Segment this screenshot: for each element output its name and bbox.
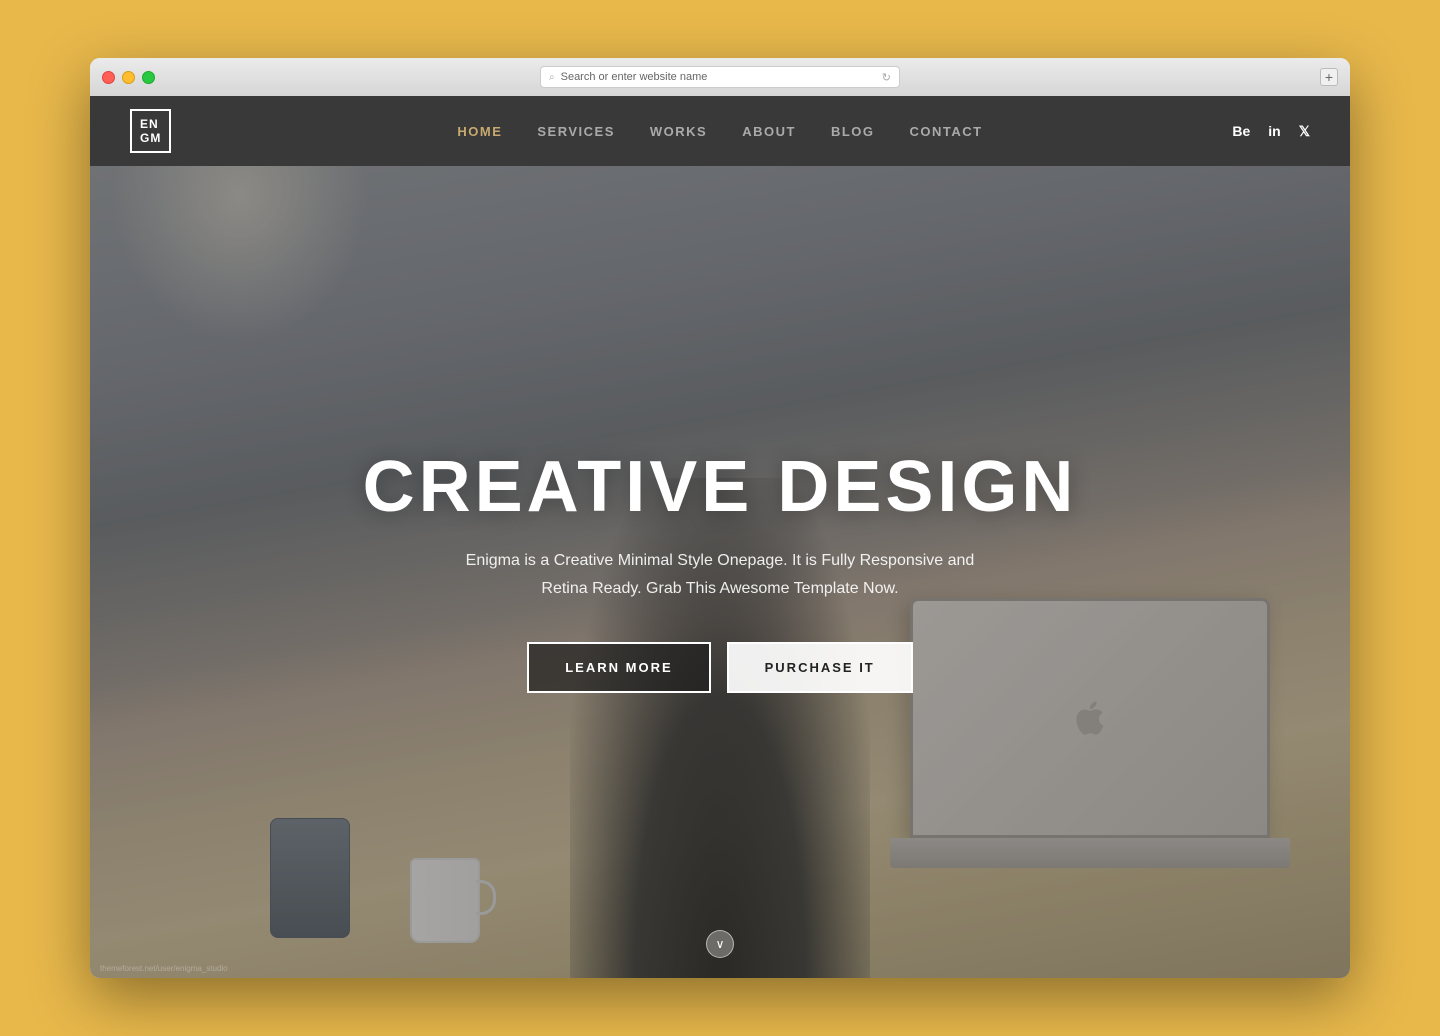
search-icon: ⌕ [549, 72, 555, 83]
maximize-button[interactable] [142, 71, 155, 84]
reload-icon: ↻ [882, 71, 891, 84]
url-bar[interactable]: ⌕ Search or enter website name ↻ [540, 66, 900, 88]
nav-services[interactable]: SERVICES [537, 124, 615, 139]
new-tab-button[interactable]: + [1320, 68, 1338, 86]
behance-icon[interactable]: Be [1232, 123, 1250, 139]
nav-links: HOME SERVICES WORKS ABOUT BLOG CONTACT [457, 124, 982, 139]
url-text: Search or enter website name [561, 71, 876, 83]
learn-more-button[interactable]: LEARN MORE [527, 642, 710, 693]
close-button[interactable] [102, 71, 115, 84]
hero-buttons: LEARN MORE PURCHASE IT [363, 642, 1078, 693]
traffic-lights [102, 71, 155, 84]
logo[interactable]: EN GM [130, 109, 171, 154]
scroll-indicator[interactable]: ∨ [706, 930, 734, 958]
website-content: EN GM HOME SERVICES WORKS ABOUT BLOG CON… [90, 96, 1350, 978]
nav-home[interactable]: HOME [457, 124, 502, 139]
chevron-down-icon: ∨ [716, 937, 725, 951]
titlebar: ⌕ Search or enter website name ↻ + [90, 58, 1350, 96]
hero-title: CREATIVE DESIGN [363, 451, 1078, 523]
hero-section: CREATIVE DESIGN Enigma is a Creative Min… [90, 166, 1350, 978]
mac-window: ⌕ Search or enter website name ↻ + EN GM… [90, 58, 1350, 978]
nav-contact[interactable]: CONTACT [910, 124, 983, 139]
nav-about[interactable]: ABOUT [742, 124, 796, 139]
hero-subtitle: Enigma is a Creative Minimal Style Onepa… [440, 547, 1000, 601]
linkedin-icon[interactable]: in [1268, 123, 1280, 139]
nav-blog[interactable]: BLOG [831, 124, 875, 139]
social-icons: Be in 𝕏 [1232, 123, 1310, 140]
purchase-button[interactable]: PURCHASE IT [727, 642, 913, 693]
hero-content: CREATIVE DESIGN Enigma is a Creative Min… [343, 431, 1098, 712]
navbar: EN GM HOME SERVICES WORKS ABOUT BLOG CON… [90, 96, 1350, 166]
nav-works[interactable]: WORKS [650, 124, 707, 139]
twitter-icon[interactable]: 𝕏 [1299, 123, 1310, 140]
minimize-button[interactable] [122, 71, 135, 84]
watermark: themeforest.net/user/enigma_studio [100, 964, 228, 973]
